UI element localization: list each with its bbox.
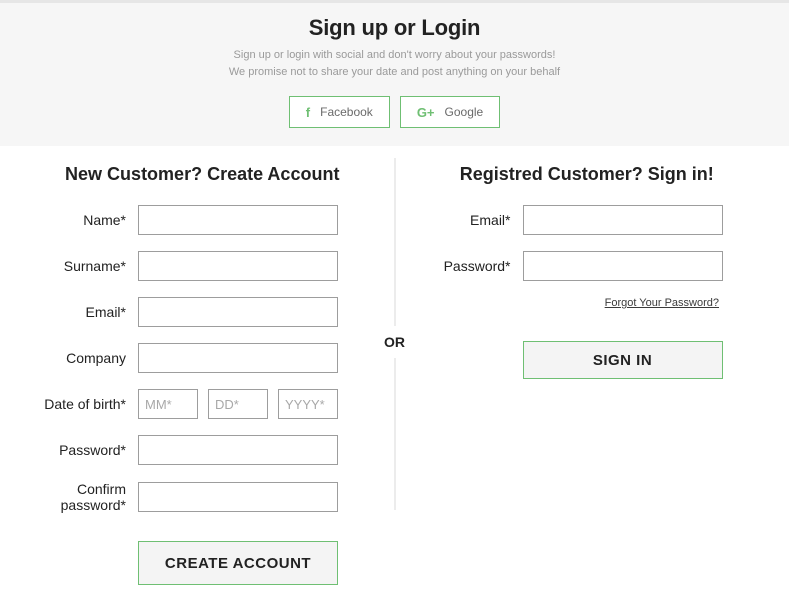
signin-email-row: Email* <box>405 205 770 235</box>
divider-line-bottom <box>394 358 395 510</box>
company-input[interactable] <box>138 343 338 373</box>
signin-password-label: Password* <box>405 258 523 274</box>
google-button[interactable]: G+ Google <box>400 96 500 128</box>
surname-row: Surname* <box>20 251 385 281</box>
email-row: Email* <box>20 297 385 327</box>
google-icon: G+ <box>417 106 435 119</box>
confirm-password-row: Confirm password* <box>20 481 385 513</box>
google-label: Google <box>445 105 484 119</box>
hero-subtitle-1: Sign up or login with social and don't w… <box>0 47 789 64</box>
name-input[interactable] <box>138 205 338 235</box>
divider: OR <box>384 158 405 510</box>
signin-column: Registred Customer? Sign in! Email* Pass… <box>395 156 780 585</box>
forms-container: New Customer? Create Account Name* Surna… <box>0 146 789 615</box>
divider-or: OR <box>384 326 405 358</box>
company-label: Company <box>20 350 138 366</box>
dob-day-input[interactable] <box>208 389 268 419</box>
page-title: Sign up or Login <box>0 15 789 41</box>
surname-label: Surname* <box>20 258 138 274</box>
dob-month-input[interactable] <box>138 389 198 419</box>
facebook-button[interactable]: f Facebook <box>289 96 390 128</box>
forgot-password-link[interactable]: Forgot Your Password? <box>405 297 770 309</box>
social-row: f Facebook G+ Google <box>0 96 789 128</box>
dob-label: Date of birth* <box>20 396 138 412</box>
hero: Sign up or Login Sign up or login with s… <box>0 3 789 146</box>
name-label: Name* <box>20 212 138 228</box>
confirm-password-label: Confirm password* <box>20 481 138 513</box>
email-input[interactable] <box>138 297 338 327</box>
password-input[interactable] <box>138 435 338 465</box>
dob-year-input[interactable] <box>278 389 338 419</box>
signin-password-input[interactable] <box>523 251 723 281</box>
create-account-button[interactable]: CREATE ACCOUNT <box>138 541 338 585</box>
dob-row: Date of birth* <box>20 389 385 419</box>
facebook-icon: f <box>306 106 310 119</box>
password-row: Password* <box>20 435 385 465</box>
dob-group <box>138 389 338 419</box>
password-label: Password* <box>20 442 138 458</box>
surname-input[interactable] <box>138 251 338 281</box>
signin-heading: Registred Customer? Sign in! <box>405 164 770 185</box>
signin-email-label: Email* <box>405 212 523 228</box>
create-account-column: New Customer? Create Account Name* Surna… <box>10 156 395 585</box>
name-row: Name* <box>20 205 385 235</box>
facebook-label: Facebook <box>320 105 373 119</box>
sign-in-button[interactable]: SIGN IN <box>523 341 723 379</box>
hero-subtitle-2: We promise not to share your date and po… <box>0 64 789 81</box>
signin-password-row: Password* <box>405 251 770 281</box>
signin-email-input[interactable] <box>523 205 723 235</box>
create-heading: New Customer? Create Account <box>20 164 385 185</box>
divider-line-top <box>394 158 395 326</box>
confirm-password-input[interactable] <box>138 482 338 512</box>
email-label: Email* <box>20 304 138 320</box>
company-row: Company <box>20 343 385 373</box>
